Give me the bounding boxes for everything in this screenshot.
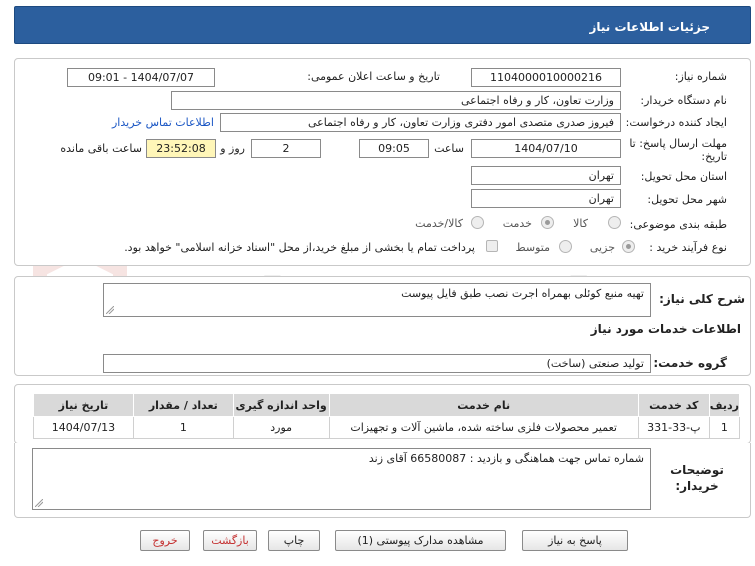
page-title: جزئیات اطلاعات نیاز [589,20,710,34]
deadline-time-field: 09:05 [359,139,429,158]
table-header-row: ردیف کد خدمت نام خدمت واحد اندازه گیری ت… [33,393,741,417]
buyer-field: وزارت تعاون، کار و رفاه اجتماعی [171,91,621,110]
category-option-goods: کالا [573,217,588,230]
summary-field: تهیه منبع کوئلی بهمراه اجرت نصب طبق فایل… [103,283,651,317]
need-number-field: 1104000010000216 [471,68,621,87]
notes-field: شماره تماس جهت هماهنگی و بازدید : 665800… [32,448,651,510]
cell-row: 1 [708,416,741,439]
services-table: ردیف کد خدمت نام خدمت واحد اندازه گیری ت… [33,393,741,439]
service-group-field: تولید صنعتی (ساخت) [103,354,651,373]
province-field: تهران [471,166,621,185]
need-number-label: شماره نیاز: [674,70,727,83]
col-code: کد خدمت [637,393,710,417]
remaining-time-field: 23:52:08 [146,139,216,158]
province-label: استان محل تحویل: [640,170,727,183]
category-option-service: خدمت [502,217,532,230]
announce-field: 1404/07/07 - 09:01 [67,68,215,87]
cell-qty: 1 [132,416,234,439]
view-attachments-button[interactable]: مشاهده مدارک پیوستی (1) [335,530,506,551]
cell-name: تعمیر محصولات فلزی ساخته شده، ماشین آلات… [328,416,639,439]
resize-grip-icon[interactable] [106,306,114,314]
process-label: نوع فرآیند خرید : [649,241,727,254]
process-radio-medium[interactable] [559,240,572,253]
creator-label: ایجاد کننده درخواست: [625,116,727,129]
notes-text: شماره تماس جهت هماهنگی و بازدید : 665800… [368,452,644,465]
services-title: اطلاعات خدمات مورد نیاز [590,322,741,336]
col-date: تاریخ نیاز [33,393,134,417]
process-option-medium: متوسط [515,241,550,254]
back-button[interactable]: بازگشت [203,530,257,551]
col-qty: تعداد / مقدار [132,393,234,417]
treasury-checkbox[interactable] [486,240,498,252]
notes-resize-grip-icon[interactable] [35,499,43,507]
city-label: شهر محل تحویل: [647,193,727,206]
col-row: ردیف [708,393,741,417]
city-field: تهران [471,189,621,208]
cell-unit: مورد [232,416,330,439]
process-option-minor: جزیی [589,241,615,254]
buyer-label: نام دستگاه خریدار: [640,94,727,107]
deadline-date-field: 1404/07/10 [471,139,621,158]
days-field: 2 [251,139,321,158]
summary-label: شرح کلی نیاز: [659,292,745,306]
announce-label: تاریخ و ساعت اعلان عمومی: [307,70,440,83]
deadline-label: مهلت ارسال پاسخ: تا تاریخ: [629,137,727,163]
deadline-time-label: ساعت [434,142,464,155]
category-radio-goods-service[interactable] [471,216,484,229]
col-name: نام خدمت [328,393,639,417]
col-unit: واحد اندازه گیری [232,393,330,417]
table-row: 1 پ-33-331 تعمیر محصولات فلزی ساخته شده،… [33,416,741,439]
reply-button[interactable]: پاسخ به نیاز [522,530,628,551]
print-button[interactable]: چاپ [268,530,320,551]
buyer-contact-link[interactable]: اطلاعات تماس خریدار [112,116,214,129]
notes-label: توضیحات خریدار: [670,463,724,493]
days-label: روز و [220,142,245,155]
category-radio-service[interactable] [541,216,554,229]
remaining-label: ساعت باقی مانده [60,142,142,155]
treasury-note: پرداخت تمام یا بخشی از مبلغ خرید،از محل … [124,241,475,254]
cell-date: 1404/07/13 [33,416,134,439]
category-label: طبقه بندی موضوعی: [629,218,727,231]
summary-text: تهیه منبع کوئلی بهمراه اجرت نصب طبق فایل… [401,287,644,300]
creator-field: فیروز صدری متصدی امور دفتری وزارت تعاون،… [220,113,621,132]
cell-code: پ-33-331 [637,416,710,439]
page-header: جزئیات اطلاعات نیاز [14,6,751,44]
service-group-label: گروه خدمت: [653,356,727,370]
category-option-goods-service: کالا/خدمت [415,217,463,230]
category-radio-goods[interactable] [608,216,621,229]
exit-button[interactable]: خروج [140,530,190,551]
process-radio-minor[interactable] [622,240,635,253]
